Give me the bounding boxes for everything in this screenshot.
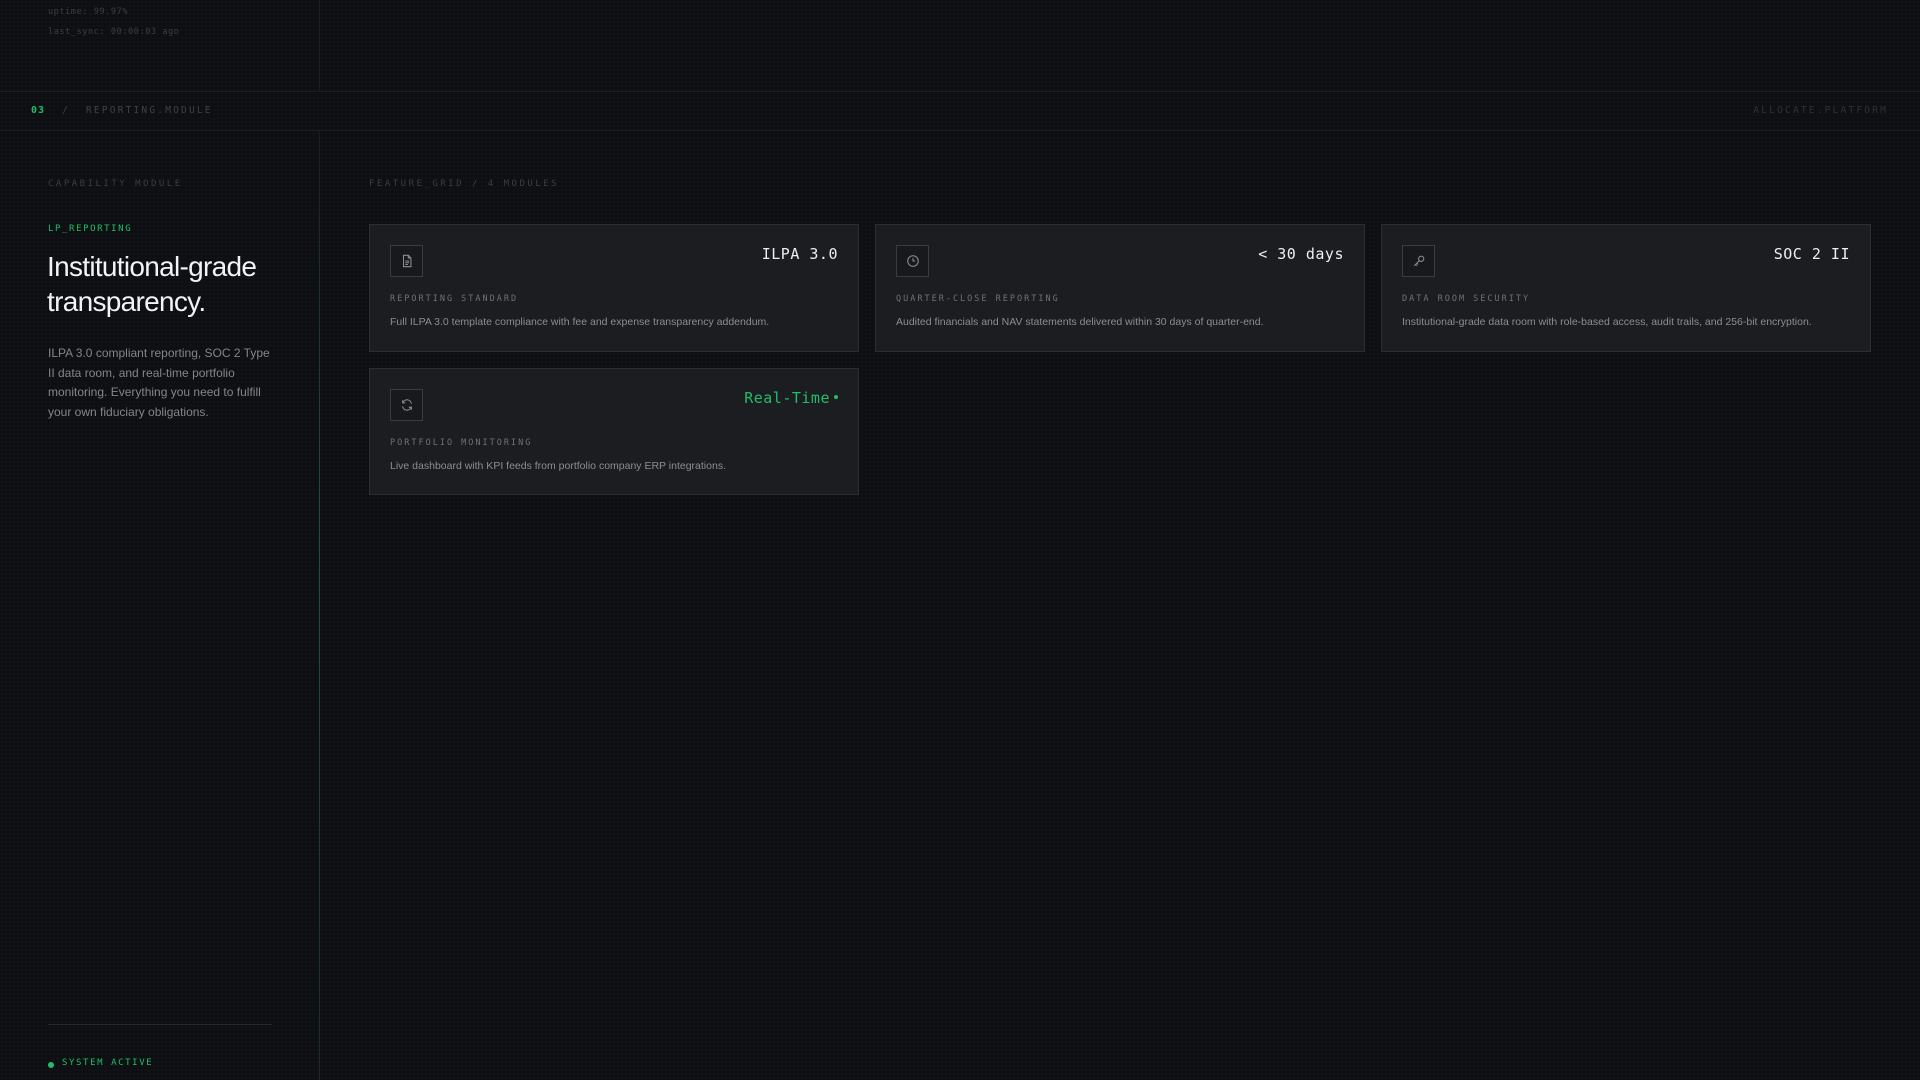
feature-card-portfolio-monitoring: Real-Time PORTFOLIO MONITORING Live dash… [369,368,859,495]
card-metric-text: Real-Time [744,389,830,407]
card-metric: ILPA 3.0 [761,245,838,263]
feature-card-quarter-close: < 30 days QUARTER-CLOSE REPORTING Audite… [875,224,1365,352]
breadcrumb-separator: / [62,105,69,116]
sidebar-accent-line [319,131,320,1080]
card-label: REPORTING STANDARD [390,294,519,304]
grid-label: FEATURE_GRID / 4 MODULES [369,179,560,189]
breadcrumb-label: REPORTING.MODULE [86,105,213,116]
card-description: Full ILPA 3.0 template compliance with f… [390,316,770,328]
feature-card-data-room: SOC 2 II DATA ROOM SECURITY Institutiona… [1381,224,1871,352]
status-panel: uptime: 99.97% last_sync: 00:00:03 ago [0,0,320,91]
feature-card-reporting-standard: ILPA 3.0 REPORTING STANDARD Full ILPA 3.… [369,224,859,352]
live-dot-icon [834,394,838,399]
last-sync-text: last_sync: 00:00:03 ago [48,27,180,37]
key-icon [1402,245,1435,277]
divider [48,1024,272,1025]
card-description: Institutional-grade data room with role-… [1402,316,1812,328]
document-icon [390,245,423,277]
clock-icon [896,245,929,277]
section-label: CAPABILITY MODULE [48,179,183,189]
section-number: 03 [31,105,46,116]
uptime-text: uptime: 99.97% [48,7,129,17]
system-status: SYSTEM ACTIVE [62,1058,154,1068]
card-metric: Real-Time [744,389,838,407]
card-description: Audited financials and NAV statements de… [896,316,1264,328]
card-label: PORTFOLIO MONITORING [390,438,533,448]
sidebar: CAPABILITY MODULE LP_REPORTING Instituti… [0,131,320,1080]
card-label: QUARTER-CLOSE REPORTING [896,294,1060,304]
card-metric: SOC 2 II [1773,245,1850,263]
breadcrumb: 03 / REPORTING.MODULE ALLOCATE.PLATFORM [0,91,1920,131]
page-description: ILPA 3.0 compliant reporting, SOC 2 Type… [48,346,270,419]
card-label: DATA ROOM SECURITY [1402,294,1531,304]
card-description: Live dashboard with KPI feeds from portf… [390,460,726,472]
card-metric: < 30 days [1258,245,1344,263]
brand-label: ALLOCATE.PLATFORM [1753,105,1888,116]
refresh-icon [390,389,423,421]
status-dot-icon [48,1062,54,1068]
page-title: Institutional-grade transparency. [47,251,257,317]
module-tag: LP_REPORTING [48,224,133,234]
